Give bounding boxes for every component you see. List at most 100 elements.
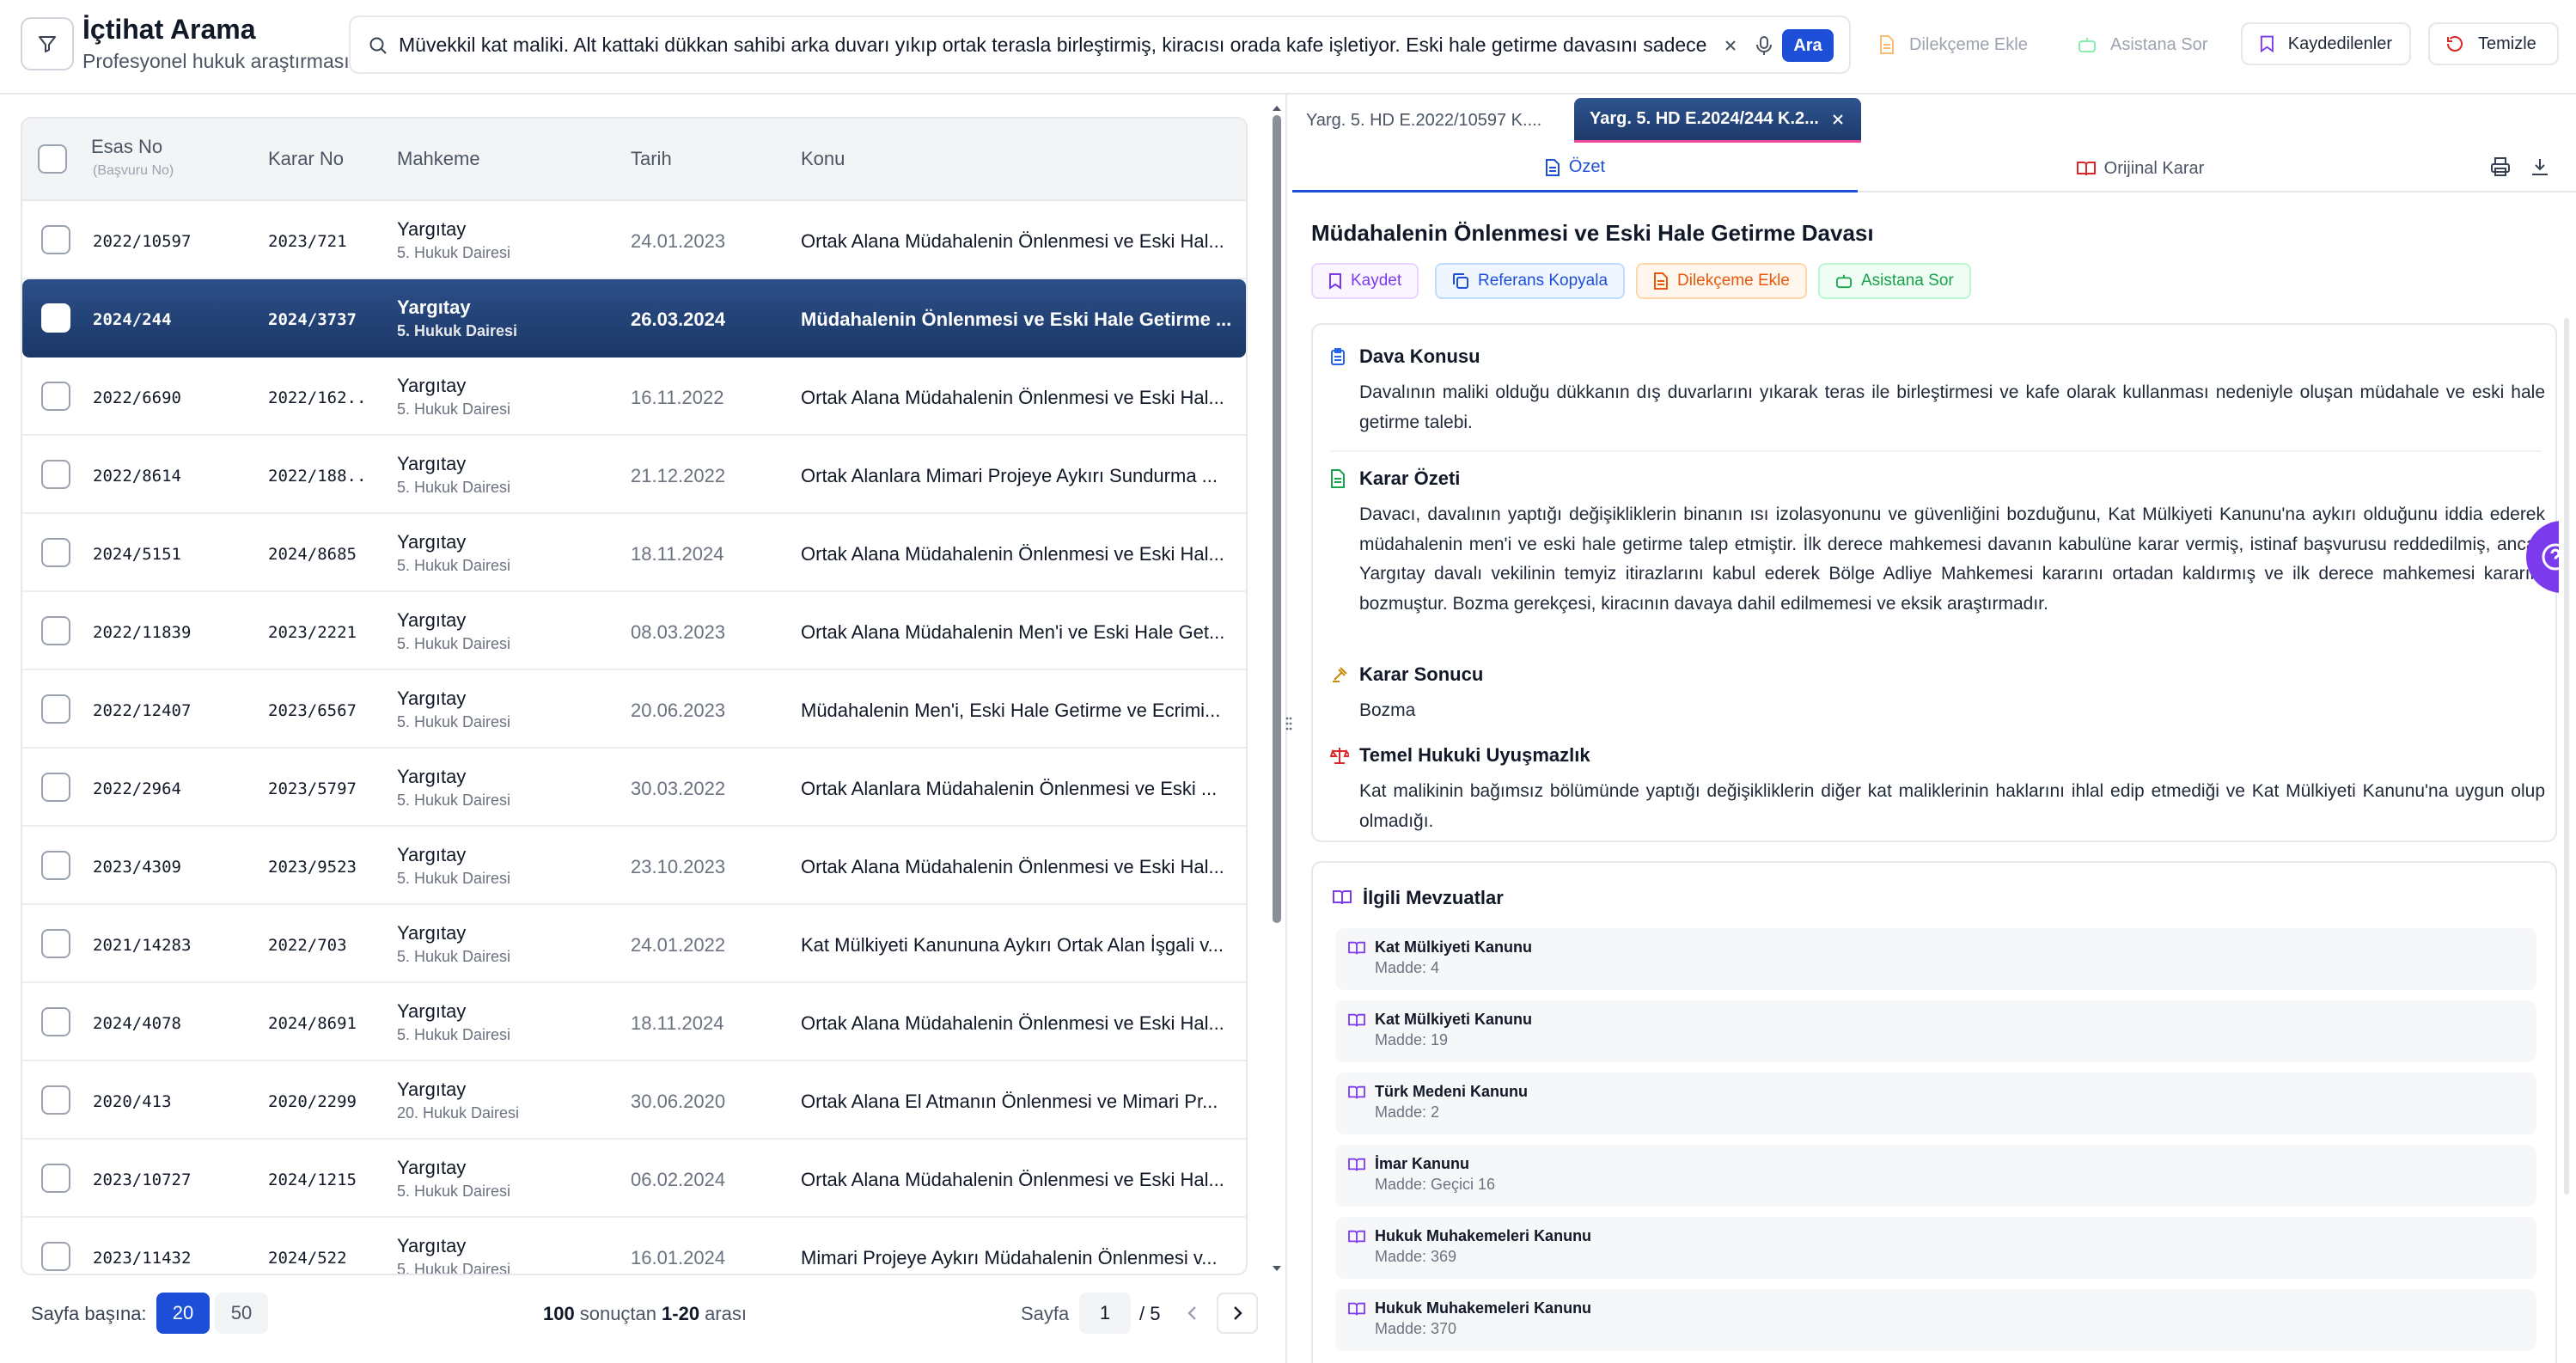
- row-checkbox[interactable]: [41, 538, 70, 567]
- temizle-button[interactable]: Temizle: [2428, 22, 2559, 65]
- next-page-button[interactable]: [1217, 1293, 1258, 1334]
- mevzuat-item[interactable]: Kat Mülkiyeti Kanunu Madde: 19: [1335, 1000, 2536, 1062]
- document-icon: [1545, 158, 1560, 176]
- cell-esas-no: 2023/11432: [93, 1249, 192, 1268]
- table-row[interactable]: 2023/10727 2024/1215 Yargıtay 5. Hukuk Dair…: [22, 1140, 1246, 1218]
- mevzuat-item[interactable]: Kat Mülkiyeti Kanunu Madde: 4: [1335, 928, 2536, 990]
- mevzuat-item[interactable]: Türk Medeni Kanunu Madde: 2: [1335, 1073, 2536, 1134]
- kaydet-button[interactable]: Kaydet: [1311, 263, 1419, 299]
- dilekceme-ekle-header-button[interactable]: Dilekçeme Ekle: [1866, 24, 2040, 65]
- cell-karar-no: 2020/2299: [268, 1092, 357, 1111]
- table-row[interactable]: 2024/5151 2024/8685 Yargıtay 5. Hukuk Daire…: [22, 514, 1246, 592]
- results-table: Esas No (Başvuru No) Karar No Mahkeme Ta…: [21, 117, 1248, 1275]
- mevzuat-name: Hukuk Muhakemeleri Kanunu: [1375, 1299, 1592, 1317]
- microphone-icon[interactable]: [1755, 35, 1773, 56]
- col-mahkeme[interactable]: Mahkeme: [397, 148, 480, 170]
- row-checkbox[interactable]: [41, 929, 70, 958]
- col-tarih[interactable]: Tarih: [631, 148, 672, 170]
- tab-ozet-label: Özet: [1568, 157, 1606, 176]
- col-konu[interactable]: Konu: [801, 148, 845, 170]
- row-checkbox[interactable]: [41, 694, 70, 724]
- scroll-down-icon[interactable]: [1270, 1262, 1284, 1275]
- panel-resize-handle[interactable]: [1285, 95, 1292, 1363]
- cell-daire: 5. Hukuk Dairesi: [397, 1183, 511, 1200]
- table-row[interactable]: 2024/4078 2024/8691 Yargıtay 5. Hukuk Daire…: [22, 983, 1246, 1061]
- table-row[interactable]: 2022/6690 2022/162... Yargıtay 5. Hukuk Dai…: [22, 358, 1246, 436]
- row-checkbox[interactable]: [41, 225, 70, 254]
- table-row[interactable]: 2022/8614 2022/188... Yargıtay 5. Hukuk Dai…: [22, 436, 1246, 514]
- row-checkbox[interactable]: [41, 382, 70, 411]
- table-row[interactable]: 2023/11432 2024/522 Yargıtay 5. Hukuk Daire…: [22, 1218, 1246, 1274]
- asistana-sor-header-button[interactable]: Asistana Sor: [2066, 24, 2219, 65]
- search-button[interactable]: Ara: [1782, 29, 1834, 62]
- per-page-20-button[interactable]: 20: [156, 1293, 210, 1334]
- cell-tarih: 18.11.2024: [631, 1012, 724, 1034]
- cell-mahkeme: Yargıtay: [397, 1235, 467, 1256]
- clear-search-icon[interactable]: [1722, 37, 1739, 54]
- filter-button[interactable]: [21, 17, 74, 70]
- table-row[interactable]: 2024/244 2024/3737 Yargıtay 5. Hukuk Daires…: [22, 279, 1246, 358]
- detail-scrollbar[interactable]: [2564, 318, 2569, 1195]
- table-scrollbar[interactable]: [1270, 101, 1284, 1275]
- tab-ozet[interactable]: Özet: [1292, 144, 1858, 193]
- table-header: Esas No (Başvuru No) Karar No Mahkeme Ta…: [22, 119, 1246, 201]
- cell-konu: Mimari Projeye Aykırı Müdahalenin Önlenm…: [801, 1247, 1218, 1268]
- help-icon: [2542, 543, 2559, 571]
- table-row[interactable]: 2020/413 2020/2299 Yargıtay 20. Hukuk Daire…: [22, 1061, 1246, 1140]
- download-icon[interactable]: [2530, 156, 2550, 177]
- mevzuat-name: Kat Mülkiyeti Kanunu: [1375, 938, 1533, 956]
- col-karar-no[interactable]: Karar No: [268, 148, 344, 170]
- scroll-up-icon[interactable]: [1270, 101, 1284, 115]
- search-box[interactable]: Müvekkil kat maliki. Alt kattaki dükkan …: [349, 15, 1851, 74]
- print-icon[interactable]: [2490, 156, 2511, 177]
- cell-mahkeme: Yargıtay: [397, 1079, 467, 1100]
- kaydedilenler-button[interactable]: Kaydedilenler: [2241, 22, 2411, 65]
- mevzuat-item[interactable]: Hukuk Muhakemeleri Kanunu Madde: 369: [1335, 1217, 2536, 1279]
- table-row[interactable]: 2022/11839 2023/2221 Yargıtay 5. Hukuk Dair…: [22, 592, 1246, 670]
- table-row[interactable]: 2023/4309 2023/9523 Yargıtay 5. Hukuk Daire…: [22, 827, 1246, 905]
- table-row[interactable]: 2022/12407 2023/6567 Yargıtay 5. Hukuk Dair…: [22, 670, 1246, 749]
- referans-kopyala-button[interactable]: Referans Kopyala: [1435, 263, 1626, 299]
- row-checkbox[interactable]: [41, 616, 70, 645]
- table-row[interactable]: 2022/10597 2023/721 Yargıtay 5. Hukuk Daire…: [22, 201, 1246, 279]
- dilekceme-ekle-button[interactable]: Dilekçeme Ekle: [1636, 263, 1807, 299]
- row-checkbox[interactable]: [41, 851, 70, 880]
- cell-esas-no: 2022/8614: [93, 467, 181, 486]
- doc-tab-2[interactable]: Yarg. 5. HD E.2024/244 K.2...: [1574, 98, 1861, 143]
- page-input[interactable]: 1: [1079, 1293, 1131, 1334]
- table-row[interactable]: 2021/14283 2022/703 Yargıtay 5. Hukuk Daire…: [22, 905, 1246, 983]
- close-tab-icon[interactable]: [1831, 113, 1845, 126]
- per-page-label: Sayfa başına:: [31, 1303, 147, 1324]
- mevzuat-item[interactable]: İmar Kanunu Madde: Geçici 16: [1335, 1145, 2536, 1207]
- cell-mahkeme: Yargıtay: [397, 218, 467, 240]
- karar-ozeti-title: Karar Özeti: [1359, 468, 1461, 489]
- row-checkbox[interactable]: [41, 773, 70, 802]
- select-all-checkbox[interactable]: [38, 144, 67, 174]
- tab-orijinal-karar[interactable]: Orijinal Karar: [1858, 144, 2423, 193]
- result-range-suffix: arası: [705, 1303, 747, 1324]
- row-checkbox[interactable]: [41, 1085, 70, 1115]
- bookmark-icon: [2260, 35, 2274, 53]
- prev-page-button[interactable]: [1172, 1293, 1213, 1334]
- app-title: İçtihat Arama: [82, 14, 256, 45]
- mevzuat-item[interactable]: Hukuk Muhakemeleri Kanunu Madde: 370: [1335, 1289, 2536, 1351]
- detail-content: Müdahalenin Önlenmesi ve Eski Hale Getir…: [1292, 194, 2559, 1363]
- row-checkbox[interactable]: [41, 1164, 70, 1193]
- chevron-right-icon: [1234, 1306, 1242, 1320]
- row-checkbox[interactable]: [41, 460, 70, 489]
- row-checkbox[interactable]: [41, 1242, 70, 1271]
- col-esas-no[interactable]: Esas No: [91, 136, 162, 158]
- row-checkbox[interactable]: [41, 303, 70, 333]
- row-checkbox[interactable]: [41, 1007, 70, 1036]
- table-row[interactable]: 2022/2964 2023/5797 Yargıtay 5. Hukuk Daire…: [22, 749, 1246, 827]
- asistana-sor-button[interactable]: Asistana Sor: [1818, 263, 1971, 299]
- per-page-50-button[interactable]: 50: [215, 1293, 268, 1334]
- search-icon: [369, 37, 387, 54]
- search-input[interactable]: Müvekkil kat maliki. Alt kattaki dükkan …: [399, 34, 1713, 57]
- mevzuat-name: Kat Mülkiyeti Kanunu: [1375, 1011, 1533, 1028]
- scrollbar-thumb[interactable]: [1273, 115, 1281, 923]
- book-icon: [1348, 1302, 1365, 1316]
- book-icon: [1348, 1085, 1365, 1099]
- detail-subtabs: Özet Orijinal Karar: [1292, 144, 2576, 193]
- cell-karar-no: 2022/188...: [268, 467, 363, 486]
